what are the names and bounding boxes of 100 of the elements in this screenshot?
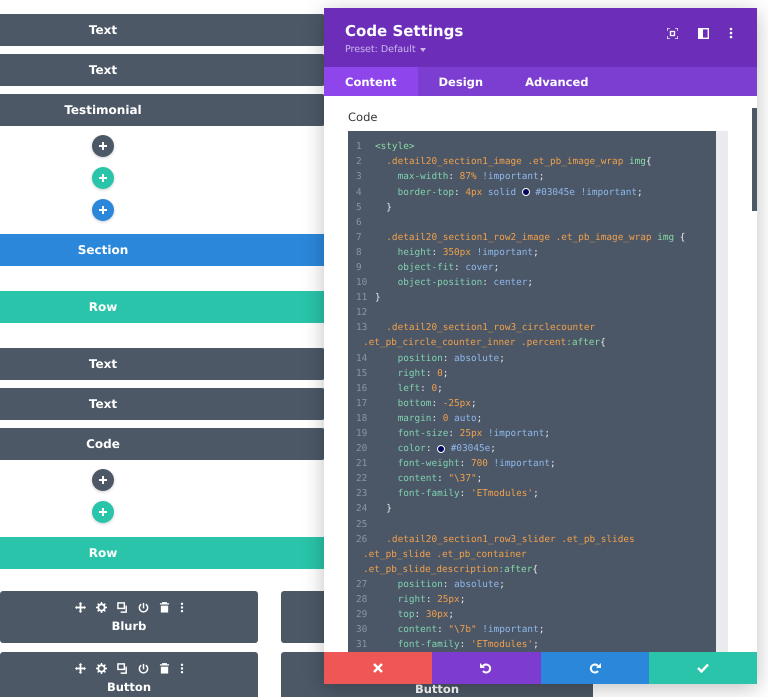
module-bar[interactable]: Text bbox=[0, 54, 325, 86]
module-card[interactable]: Blurb bbox=[0, 591, 258, 643]
modal-title: Code Settings bbox=[345, 22, 464, 40]
line-number: 5 bbox=[356, 202, 363, 213]
code-line: .detail20_section1_row3_circlecounter bbox=[385, 322, 596, 334]
line-number: 27 bbox=[356, 578, 368, 590]
line-number: 1 bbox=[356, 141, 363, 152]
line-number: 7 bbox=[356, 232, 363, 243]
power-icon[interactable] bbox=[138, 662, 148, 674]
code-editor[interactable] bbox=[348, 131, 728, 652]
line-number: 18 bbox=[356, 412, 368, 424]
code-line: .et_pb_slide_description:after{ bbox=[363, 564, 538, 575]
line-number: 21 bbox=[356, 458, 368, 470]
module-bar[interactable]: Text bbox=[0, 14, 325, 46]
move-icon[interactable] bbox=[74, 662, 86, 674]
code-line: .et_pb_circle_counter_inner .percent:after{ bbox=[363, 337, 606, 348]
add-button[interactable] bbox=[92, 135, 114, 157]
power-icon[interactable] bbox=[138, 602, 148, 612]
code-line: top: 30px; bbox=[396, 609, 454, 620]
more-icon[interactable] bbox=[180, 602, 184, 612]
module-label: Blurb bbox=[112, 618, 146, 632]
plus-icon bbox=[98, 141, 108, 151]
add-button[interactable] bbox=[92, 199, 114, 221]
preset-dropdown[interactable]: Preset: Default bbox=[345, 44, 464, 55]
line-number: 10 bbox=[356, 277, 368, 288]
code-line: } bbox=[385, 202, 392, 213]
code-line: content: "\37"; bbox=[396, 473, 482, 484]
line-number: 16 bbox=[356, 382, 368, 394]
scrollbar[interactable] bbox=[716, 131, 728, 652]
fullscreen-icon[interactable] bbox=[667, 28, 678, 38]
line-number: 28 bbox=[356, 594, 368, 606]
tab[interactable]: Advanced bbox=[504, 67, 610, 96]
code-line: object-fit: cover; bbox=[396, 262, 500, 273]
code-line: border-top: 4px solid #03045e !important; bbox=[396, 186, 643, 198]
module-bar[interactable]: Text bbox=[0, 388, 325, 420]
code-line: max-width: 87% !important; bbox=[396, 171, 544, 182]
line-number: 20 bbox=[356, 443, 368, 454]
code-line: bottom: -25px; bbox=[396, 398, 477, 409]
line-number: 11 bbox=[356, 292, 368, 304]
module-card[interactable]: Button bbox=[0, 652, 258, 697]
settings-icon[interactable] bbox=[96, 662, 106, 674]
line-number: 26 bbox=[356, 534, 368, 545]
line-number: 6 bbox=[356, 216, 363, 228]
code-line: right: 25px; bbox=[396, 594, 466, 606]
duplicate-icon[interactable] bbox=[116, 662, 128, 674]
more-icon[interactable] bbox=[180, 662, 184, 674]
code-line: margin: 0 auto; bbox=[396, 412, 482, 424]
duplicate-icon[interactable] bbox=[116, 602, 128, 612]
trash-icon[interactable] bbox=[158, 662, 170, 674]
line-number: 15 bbox=[356, 368, 368, 379]
code-line: left: 0; bbox=[396, 382, 443, 394]
move-icon[interactable] bbox=[74, 602, 86, 612]
code-line: color: #03045e; bbox=[396, 443, 496, 454]
more-icon[interactable] bbox=[729, 27, 733, 39]
trash-icon[interactable] bbox=[158, 602, 170, 612]
code-line: font-family: 'ETmodules'; bbox=[396, 639, 539, 650]
caret-icon bbox=[420, 48, 426, 52]
code-line: } bbox=[375, 292, 381, 304]
tab[interactable]: Design bbox=[418, 67, 504, 96]
plus-icon bbox=[98, 173, 108, 183]
line-number: 2 bbox=[356, 156, 363, 168]
code-line: position: absolute; bbox=[396, 578, 505, 590]
line-number: 23 bbox=[356, 488, 368, 500]
sidebar-icon[interactable] bbox=[698, 28, 709, 38]
line-number: 8 bbox=[356, 246, 363, 258]
section-bar[interactable]: Section bbox=[0, 234, 325, 266]
code-line: .detail20_section1_row3_slider .et_pb_slides bbox=[385, 534, 635, 545]
code-line: font-family: 'ETmodules'; bbox=[396, 488, 539, 500]
line-number: 12 bbox=[356, 307, 368, 318]
line-number: 17 bbox=[356, 398, 368, 409]
code-line: right: 0; bbox=[396, 368, 448, 379]
line-number: 31 bbox=[356, 639, 368, 650]
code-line: .detail20_section1_row2_image .et_pb_image_wrap img { bbox=[385, 232, 686, 243]
close-icon bbox=[373, 663, 384, 674]
line-number: 29 bbox=[356, 609, 368, 620]
tab[interactable]: Content bbox=[324, 67, 418, 96]
line-number: 4 bbox=[356, 186, 363, 198]
code-line: font-size: 25px !important; bbox=[396, 428, 550, 439]
undo-icon bbox=[480, 662, 492, 674]
code-line: } bbox=[385, 503, 392, 514]
line-number: 19 bbox=[356, 428, 368, 439]
line-number: 22 bbox=[356, 473, 368, 484]
add-button[interactable] bbox=[92, 469, 114, 491]
scrollbar[interactable] bbox=[752, 108, 757, 212]
module-bar[interactable]: Testimonial bbox=[0, 94, 325, 126]
line-number: 9 bbox=[356, 262, 363, 273]
line-number: 25 bbox=[356, 518, 368, 530]
plus-icon bbox=[98, 205, 108, 215]
line-number: 13 bbox=[356, 322, 368, 334]
code-line: <style> bbox=[375, 141, 415, 152]
line-number: 24 bbox=[356, 503, 368, 514]
code-line: height: 350px !important; bbox=[396, 246, 539, 258]
module-label: Button bbox=[414, 683, 460, 696]
code-line: object-position: center; bbox=[396, 277, 534, 288]
module-bar[interactable]: Code bbox=[0, 428, 325, 460]
module-bar[interactable]: Text bbox=[0, 348, 325, 380]
code-line: .et_pb_slide .et_pb_container bbox=[363, 548, 527, 560]
settings-icon[interactable] bbox=[96, 602, 106, 612]
redo-icon bbox=[588, 662, 601, 674]
module-label: Button bbox=[106, 680, 152, 694]
